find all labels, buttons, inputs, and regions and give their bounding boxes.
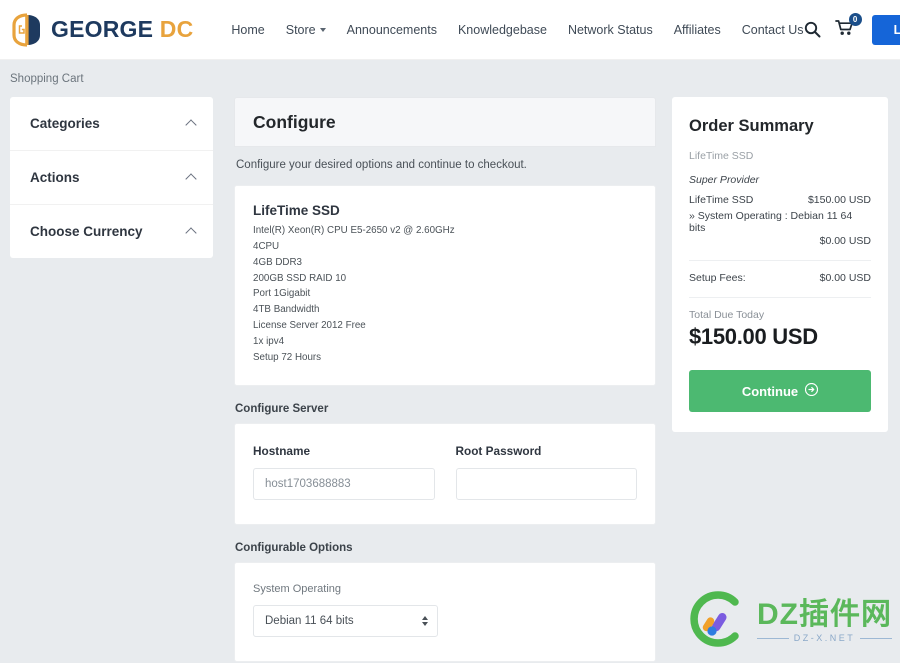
brand-logo[interactable]: GEORGE DC bbox=[10, 12, 194, 47]
cart-button[interactable]: 0 bbox=[834, 12, 862, 41]
sidebar-item-label: Actions bbox=[30, 170, 80, 185]
order-summary-card: Order Summary LifeTime SSD Super Provide… bbox=[672, 97, 888, 432]
sidebar-item-label: Categories bbox=[30, 116, 100, 131]
order-summary-sub-price: $0.00 USD bbox=[819, 235, 871, 247]
product-spec: 4TB Bandwidth bbox=[253, 304, 320, 316]
divider bbox=[689, 260, 871, 261]
main-navigation: Home Store Announcements Knowledgebase N… bbox=[231, 23, 803, 37]
configure-subtitle: Configure your desired options and conti… bbox=[236, 159, 527, 171]
configurable-options-heading: Configurable Options bbox=[235, 541, 353, 554]
total-due-label: Total Due Today bbox=[689, 309, 765, 321]
order-summary-column: Order Summary LifeTime SSD Super Provide… bbox=[672, 97, 888, 432]
total-due-amount: $150.00 USD bbox=[689, 324, 818, 349]
breadcrumb: Shopping Cart bbox=[10, 73, 84, 85]
root-password-field-group: Root Password bbox=[455, 443, 637, 500]
nav-item-store[interactable]: Store bbox=[286, 23, 326, 37]
sidebar: Categories Actions Choose Currency bbox=[10, 97, 213, 258]
continue-label: Continue bbox=[741, 383, 799, 399]
product-spec: Intel(R) Xeon(R) CPU E5-2650 v2 @ 2.60GH… bbox=[253, 225, 455, 236]
chevron-down-icon bbox=[319, 27, 326, 32]
nav-item-network-status[interactable]: Network Status bbox=[568, 23, 653, 37]
order-summary-product: LifeTime SSD bbox=[689, 150, 754, 162]
product-spec: 1x ipv4 bbox=[253, 336, 285, 348]
sidebar-item-label: Choose Currency bbox=[30, 224, 143, 239]
configure-column: Configure Configure your desired options… bbox=[234, 97, 656, 663]
product-spec: 4CPU bbox=[253, 240, 280, 252]
order-summary-sub-line: » System Operating : Debian 11 64 bits bbox=[689, 210, 853, 234]
root-password-label: Root Password bbox=[455, 443, 542, 458]
product-summary-card: LifeTime SSD Intel(R) Xeon(R) CPU E5-265… bbox=[234, 185, 656, 386]
chevron-up-icon bbox=[186, 226, 197, 237]
system-operating-label: System Operating bbox=[253, 582, 342, 595]
product-spec: License Server 2012 Free bbox=[253, 320, 366, 332]
hostname-label: Hostname bbox=[253, 443, 311, 458]
order-summary-group: Super Provider bbox=[689, 174, 760, 186]
setup-fees-label: Setup Fees: bbox=[689, 272, 746, 284]
configure-server-heading: Configure Server bbox=[235, 402, 329, 415]
chevron-up-icon bbox=[186, 172, 197, 183]
configurable-options-card: System Operating Debian 11 64 bits bbox=[234, 561, 656, 662]
page-title: Configure bbox=[253, 112, 336, 132]
system-operating-select-wrapper: Debian 11 64 bits bbox=[253, 604, 438, 637]
setup-fees-line: Setup Fees: $0.00 USD bbox=[689, 272, 871, 284]
product-spec: Setup 72 Hours bbox=[253, 351, 322, 363]
chevron-up-icon bbox=[186, 118, 197, 129]
site-header: GEORGE DC Home Store Announcements Knowl… bbox=[0, 0, 900, 60]
root-password-input[interactable] bbox=[455, 467, 637, 500]
order-line-name: LifeTime SSD bbox=[689, 194, 754, 206]
order-summary-line: LifeTime SSD $150.00 USD bbox=[689, 194, 871, 206]
product-spec: Port 1Gigabit bbox=[253, 288, 311, 300]
nav-item-affiliates[interactable]: Affiliates bbox=[674, 23, 721, 37]
hostname-input[interactable] bbox=[253, 467, 435, 500]
arrow-circle-right-icon bbox=[805, 382, 819, 399]
configure-header: Configure bbox=[234, 97, 656, 147]
nav-item-announcements[interactable]: Announcements bbox=[347, 23, 437, 37]
configure-server-card: Hostname Root Password bbox=[234, 422, 656, 525]
divider bbox=[689, 297, 871, 298]
brand-name: GEORGE DC bbox=[51, 16, 194, 42]
product-name: LifeTime SSD bbox=[253, 203, 340, 218]
order-line-price: $150.00 USD bbox=[807, 194, 871, 206]
sidebar-item-actions[interactable]: Actions bbox=[10, 151, 213, 205]
search-icon[interactable] bbox=[804, 21, 821, 38]
login-button[interactable]: Login bbox=[871, 14, 900, 45]
continue-button[interactable]: Continue bbox=[689, 370, 871, 412]
george-dc-logo-icon bbox=[10, 12, 44, 47]
nav-item-knowledgebase[interactable]: Knowledgebase bbox=[458, 23, 547, 37]
order-summary-title: Order Summary bbox=[689, 117, 814, 135]
product-spec: 200GB SSD RAID 10 bbox=[253, 272, 347, 284]
setup-fees-price: $0.00 USD bbox=[819, 272, 871, 284]
sidebar-item-categories[interactable]: Categories bbox=[10, 97, 213, 151]
sidebar-item-choose-currency[interactable]: Choose Currency bbox=[10, 205, 213, 258]
sidebar-panel-group: Categories Actions Choose Currency bbox=[10, 97, 213, 258]
hostname-field-group: Hostname bbox=[253, 444, 435, 500]
system-operating-select[interactable]: Debian 11 64 bits bbox=[253, 604, 438, 637]
header-actions: 0 Login Register bbox=[804, 12, 900, 45]
product-spec: 4GB DDR3 bbox=[253, 256, 302, 268]
content-area: Configure Configure your desired options… bbox=[234, 97, 888, 663]
cart-count-badge: 0 bbox=[848, 12, 862, 26]
nav-item-contact-us[interactable]: Contact Us bbox=[742, 23, 804, 37]
page-layout: Categories Actions Choose Currency Confi… bbox=[0, 97, 900, 663]
nav-item-home[interactable]: Home bbox=[231, 23, 264, 37]
